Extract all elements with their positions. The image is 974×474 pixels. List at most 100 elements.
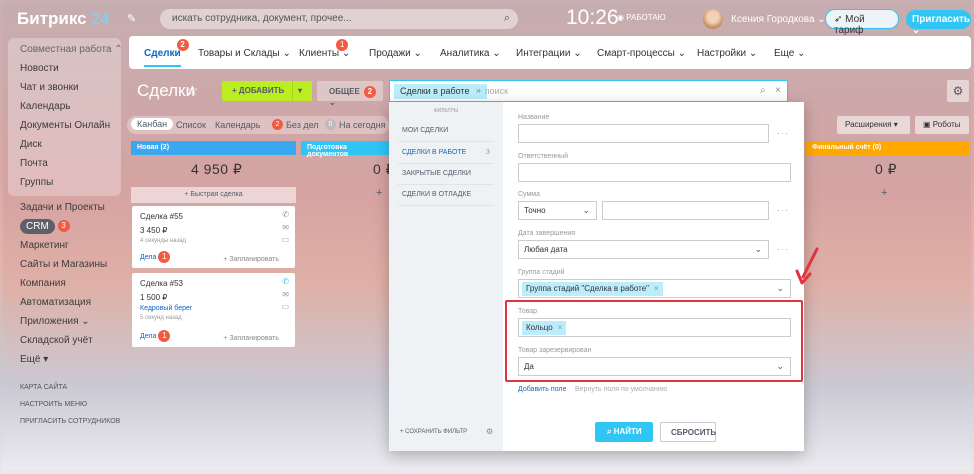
menu-item-tasks[interactable]: Задачи и Проекты — [8, 198, 121, 217]
deal-card[interactable]: Сделка #55 3 450 ₽ 4 секунды назад ✆ ✉ ▭… — [132, 206, 295, 268]
menu-invite[interactable]: ПРИГЛАСИТЬ СОТРУДНИКОВ — [8, 413, 121, 430]
stage-group-tag[interactable]: Группа стадий "Сделка в работе" × — [522, 282, 663, 296]
star-icon[interactable]: ☆ — [186, 82, 199, 99]
tab-analytics[interactable]: Аналитика ⌄ — [440, 48, 501, 59]
search-icon[interactable]: ⌕ — [760, 85, 766, 96]
sum-field[interactable] — [602, 201, 769, 220]
tab-smart-processes[interactable]: Смарт-процессы ⌄ — [597, 48, 686, 59]
logo[interactable]: Битрикс 24 — [17, 9, 110, 29]
view-list[interactable]: Список — [176, 120, 206, 130]
add-deal-icon[interactable]: + — [376, 187, 382, 199]
stage-final-sum: 0 ₽ — [875, 161, 898, 177]
deals-link[interactable]: Дела 1 — [140, 330, 171, 342]
filter-popup: ФИЛЬТРЫ МОИ СДЕЛКИ СДЕЛКИ В РАБОТЕ 3 ЗАКР… — [389, 102, 804, 451]
tab-clients[interactable]: Клиенты ⌄ 1 — [299, 39, 350, 59]
menu-item-marketing[interactable]: Маркетинг — [8, 236, 121, 255]
gear-icon[interactable]: ⚙ — [947, 80, 969, 102]
product-tag[interactable]: Кольцо × — [522, 321, 567, 335]
phone-icon[interactable]: ✆ — [282, 210, 289, 219]
menu-item-crm[interactable]: CRM 3 — [8, 217, 121, 236]
chat-icon[interactable]: ▭ — [281, 302, 289, 311]
save-filter-button[interactable]: + СОХРАНИТЬ ФИЛЬТР — [400, 429, 467, 435]
tab-settings[interactable]: Настройки ⌄ — [697, 48, 757, 59]
stage-final-invoice[interactable]: Финальный счёт (0) — [806, 141, 969, 155]
preset-deals-in-work[interactable]: СДЕЛКИ В РАБОТЕ 3 — [402, 149, 490, 156]
chat-icon[interactable]: ▭ — [281, 235, 289, 244]
tab-sales[interactable]: Продажи ⌄ — [369, 48, 422, 59]
close-date-select[interactable]: Любая дата ⌄ — [518, 240, 769, 259]
menu-sitemap[interactable]: КАРТА САЙТА — [8, 379, 121, 396]
restore-fields-link[interactable]: Вернуть поля по умолчанию — [575, 386, 667, 393]
schedule-link[interactable]: + Запланировать — [223, 335, 279, 342]
filter-search[interactable]: Сделки в работе × + поиск ⌕ × — [389, 80, 788, 102]
mail-icon[interactable]: ✉ — [282, 290, 289, 299]
deals-link[interactable]: Дела 1 — [140, 251, 171, 263]
reserved-select[interactable]: Да ⌄ — [518, 357, 791, 376]
menu-item-chat[interactable]: Чат и звонки — [8, 78, 121, 97]
edit-icon[interactable]: ✎ — [127, 12, 136, 25]
counter-no-deals[interactable]: Без дел — [286, 120, 319, 130]
close-icon[interactable]: × — [654, 284, 659, 293]
work-status[interactable]: ◉ РАБОТАЮ — [617, 13, 666, 22]
menu-item-apps[interactable]: Приложения ⌄ — [8, 312, 121, 331]
preset-my-deals[interactable]: МОИ СДЕЛКИ — [402, 127, 448, 134]
stage-docs[interactable]: Подготовка документов — [301, 141, 391, 158]
close-icon[interactable]: × — [558, 323, 563, 332]
counter-today[interactable]: На сегодня — [339, 120, 386, 130]
menu-item-groups[interactable]: Группы — [8, 173, 121, 192]
tab-integrations[interactable]: Интеграции ⌄ — [516, 48, 582, 59]
tariff-button[interactable]: ➶ Мой тариф — [825, 9, 899, 36]
tab-products[interactable]: Товары и Склады ⌄ — [198, 48, 291, 59]
reset-button[interactable]: СБРОСИТЬ — [660, 422, 716, 442]
avatar[interactable] — [703, 9, 723, 29]
add-field-link[interactable]: Добавить поле — [518, 386, 566, 393]
add-button[interactable]: + ДОБАВИТЬ ▾ — [222, 81, 312, 101]
menu-item-more[interactable]: Ещё ▾ — [8, 350, 121, 369]
responsible-field[interactable] — [518, 163, 791, 182]
sum-mode-select[interactable]: Точно ⌄ — [518, 201, 597, 220]
menu-item-company[interactable]: Компания — [8, 274, 121, 293]
crm-badge: 3 — [57, 220, 70, 233]
menu-item-automation[interactable]: Автоматизация — [8, 293, 121, 312]
name-field[interactable] — [518, 124, 769, 143]
category-button[interactable]: ОБЩЕЕ 2 ⌄ — [317, 81, 383, 107]
menu-item-news[interactable]: Новости — [8, 59, 121, 78]
menu-item-calendar[interactable]: Календарь — [8, 97, 121, 116]
more-icon[interactable]: ··· — [777, 128, 789, 138]
mail-icon[interactable]: ✉ — [282, 223, 289, 232]
menu-configure[interactable]: НАСТРОИТЬ МЕНЮ — [8, 396, 121, 413]
extensions-button[interactable]: Расширения ▾ — [837, 116, 910, 134]
stage-new[interactable]: Новая (2) — [131, 141, 296, 155]
invite-button[interactable]: Пригласить ⌄ — [906, 10, 971, 36]
preset-closed-deals[interactable]: ЗАКРЫТЫЕ СДЕЛКИ — [402, 170, 471, 177]
robots-button[interactable]: ▣ Роботы — [915, 116, 969, 134]
preset-debug-deals[interactable]: СДЕЛКИ В ОТЛАДКЕ — [402, 191, 471, 198]
schedule-link[interactable]: + Запланировать — [223, 256, 279, 263]
more-icon[interactable]: ··· — [777, 205, 789, 215]
user-menu[interactable]: Ксения Городкова ⌄ — [731, 14, 826, 25]
gear-icon[interactable]: ⚙ — [486, 427, 493, 436]
tab-more[interactable]: Еще ⌄ — [774, 48, 806, 59]
clear-icon[interactable]: × — [775, 85, 781, 96]
find-button[interactable]: ⌕ НАЙТИ — [595, 422, 653, 442]
tab-deals[interactable]: Сделки 2 — [144, 39, 189, 67]
menu-group-head[interactable]: Совместная работа ⌃ — [8, 40, 123, 59]
menu-item-disk[interactable]: Диск — [8, 135, 121, 154]
chevron-down-icon[interactable]: ▾ — [298, 86, 302, 95]
app-window: Битрикс 24 ✎ искать сотрудника, документ,… — [3, 3, 971, 471]
more-icon[interactable]: ··· — [777, 244, 789, 254]
menu-item-mail[interactable]: Почта — [8, 154, 121, 173]
deal-card[interactable]: Сделка #53 1 500 ₽ Кедровый берег 5 секу… — [132, 273, 295, 347]
phone-icon[interactable]: ✆ — [282, 277, 289, 286]
stage-group-field[interactable]: Группа стадий "Сделка в работе" × ⌄ — [518, 279, 791, 298]
menu-item-stock[interactable]: Складской учёт — [8, 331, 121, 350]
add-deal-icon[interactable]: + — [881, 187, 887, 199]
quick-deal-button[interactable]: + Быстрая сделка — [131, 187, 296, 203]
filter-chip[interactable]: Сделки в работе × — [394, 84, 487, 99]
menu-item-docs[interactable]: Документы Онлайн — [8, 116, 121, 135]
view-kanban[interactable]: Канбан — [131, 118, 174, 130]
view-calendar[interactable]: Календарь — [215, 120, 260, 130]
product-field[interactable]: Кольцо × — [518, 318, 791, 337]
menu-item-sites[interactable]: Сайты и Магазины — [8, 255, 121, 274]
search-input[interactable]: искать сотрудника, документ, прочее... ⌕ — [160, 9, 518, 29]
